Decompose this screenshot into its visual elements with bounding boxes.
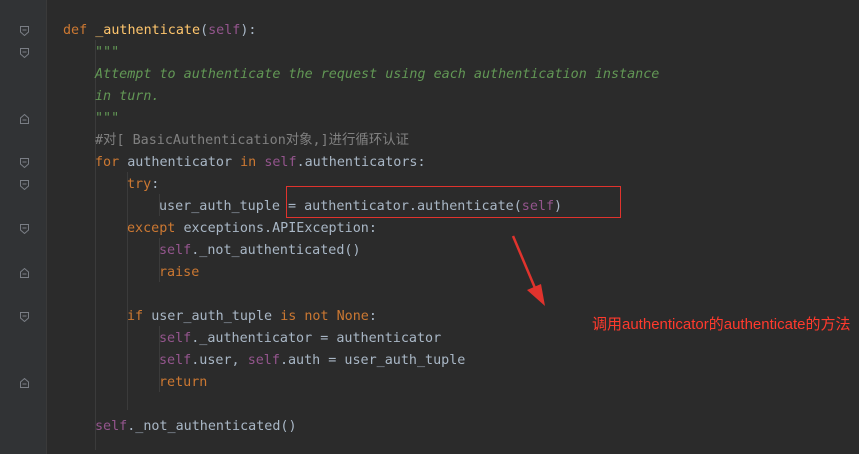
code-token: _authenticate <box>95 23 201 38</box>
code-line[interactable]: """ <box>95 108 119 130</box>
code-line[interactable]: if user_auth_tuple is not None: <box>127 306 377 328</box>
code-token: def <box>63 23 96 38</box>
code-token: #对[ BasicAuthentication对象,]进行循环认证 <box>95 133 409 148</box>
code-line[interactable]: Attempt to authenticate the request usin… <box>95 64 659 86</box>
code-token: ( <box>200 23 209 38</box>
code-token: ._not_authenticated() <box>191 243 361 258</box>
code-token: .user, <box>191 353 248 368</box>
code-token: try <box>127 177 152 192</box>
code-token: raise <box>159 265 200 280</box>
code-token: : <box>368 309 377 324</box>
code-line[interactable]: raise <box>159 262 199 284</box>
code-token: self <box>159 243 192 258</box>
highlight-box <box>286 186 621 218</box>
code-token: """ <box>95 45 120 60</box>
code-token: return <box>159 375 208 390</box>
fold-toggle-icon[interactable] <box>20 158 29 168</box>
fold-end-icon[interactable] <box>20 114 29 124</box>
fold-end-icon[interactable] <box>20 378 29 388</box>
code-line[interactable]: self._not_authenticated() <box>159 240 361 262</box>
code-line[interactable]: in turn. <box>95 86 160 108</box>
fold-toggle-icon[interactable] <box>20 224 29 234</box>
fold-toggle-icon[interactable] <box>20 26 29 36</box>
code-token: in <box>240 155 265 170</box>
code-line[interactable]: """ <box>95 42 119 64</box>
code-line[interactable]: try: <box>127 174 159 196</box>
code-token: ): <box>240 23 257 38</box>
code-token: authenticator <box>127 155 241 170</box>
code-token: exceptions.APIException: <box>183 221 377 236</box>
gutter-separator <box>46 0 47 454</box>
code-token: ._authenticator = authenticator <box>191 331 442 346</box>
code-token: is not None <box>280 309 369 324</box>
annotation-text: 调用authenticator的authenticate的方法 <box>592 316 851 333</box>
code-token: self <box>208 23 241 38</box>
code-token: self <box>247 353 280 368</box>
code-line[interactable]: for authenticator in self.authenticators… <box>95 152 426 174</box>
annotation-arrow-icon <box>511 235 545 306</box>
code-line[interactable]: except exceptions.APIException: <box>127 218 377 240</box>
fold-toggle-icon[interactable] <box>20 312 29 322</box>
code-token: self <box>159 331 192 346</box>
code-token: except <box>127 221 184 236</box>
code-token: user_auth_tuple <box>151 309 281 324</box>
code-token: : <box>151 177 160 192</box>
code-token: self <box>264 155 297 170</box>
code-line[interactable]: self._authenticator = authenticator <box>159 328 441 350</box>
code-token: in turn. <box>95 89 160 104</box>
code-line[interactable]: #对[ BasicAuthentication对象,]进行循环认证 <box>95 130 409 152</box>
fold-toggle-icon[interactable] <box>20 180 29 190</box>
code-line[interactable]: self.user, self.auth = user_auth_tuple <box>159 350 465 372</box>
code-token: .authenticators: <box>296 155 426 170</box>
code-token: Attempt to authenticate the request usin… <box>95 67 660 82</box>
code-token: self <box>159 353 192 368</box>
code-line[interactable]: self._not_authenticated() <box>95 416 297 438</box>
code-token: self <box>95 419 128 434</box>
fold-toggle-icon[interactable] <box>20 48 29 58</box>
code-line[interactable]: return <box>159 372 207 394</box>
code-line[interactable]: def _authenticate(self): <box>63 20 257 42</box>
editor-gutter <box>0 0 46 454</box>
code-token: if <box>127 309 152 324</box>
fold-end-icon[interactable] <box>20 268 29 278</box>
code-token: """ <box>95 111 120 126</box>
indent-guide <box>127 172 128 410</box>
code-token: for <box>95 155 128 170</box>
code-token: ._not_authenticated() <box>127 419 297 434</box>
code-token: .auth = user_auth_tuple <box>279 353 466 368</box>
